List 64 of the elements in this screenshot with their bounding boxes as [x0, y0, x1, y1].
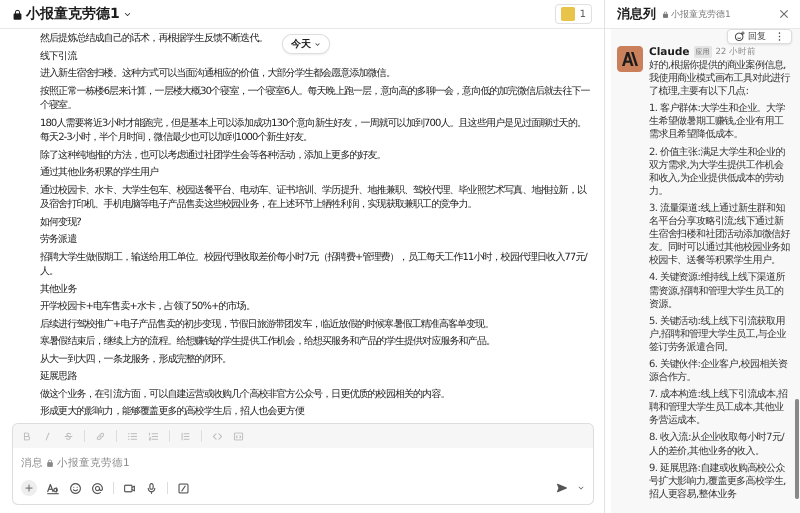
message-text: 开学校园卡+电车售卖+水卡，占领了50%+的市场。 [40, 300, 255, 314]
reply-text: 9. 延展思路:自建或收购高校公众号扩大影响力,覆盖更多高校学生,招人更容易,整体业务 [649, 462, 787, 501]
lock-icon [46, 459, 54, 467]
message-text: 寒暑假结束后，继续上方的流程。给想赚钱的学生提供工作机会，给想买服务和产品的学生提供对应服务和产品。 [40, 335, 496, 349]
plus-icon[interactable] [21, 480, 37, 496]
thread-title: 消息列 [617, 6, 656, 23]
reply-text: 7. 成本构造:线上线下引流成本,招聘和管理大学生员工成本,其他业务营运成本。 [649, 388, 788, 428]
reply-text: 6. 关键伙伴:企业客户,校园相关资源合作方。 [649, 358, 788, 384]
message-text: 形成更大的影响力，能够覆盖更多的高校学生后，招人也会更方便 [40, 405, 304, 419]
reply-text: 3. 流量渠道:线上通过新生群和知名平台分享攻略引流;线下通过新生宿舍扫楼和社团活动添加微信好友。同时可以通过其他校园业务如校园卡、送餐等积累学生用户。 [649, 202, 792, 268]
bot-avatar-icon [617, 46, 643, 72]
add-reaction-icon [734, 31, 745, 42]
lock-icon [662, 10, 669, 18]
chevron-down-icon [314, 40, 321, 48]
code-block-icon [233, 430, 244, 442]
message-text: 除了这种纯地推的方法，也可以考虑通过社团学生会等各种活动，添加上更多的好友。 [40, 148, 386, 162]
message-time: 22 小时前 [716, 46, 756, 58]
quote-icon [180, 430, 191, 442]
reply-text: 2. 价值主张:满足大学生和企业的双方需求,为大学生提供工作机会和收入,为企业提供低成本的劳动力。 [649, 146, 786, 198]
smiley-icon [69, 482, 82, 494]
message-text: 如何变现? [40, 216, 81, 230]
reply-text: 1. 客户群体:大学生和企业。大学生希望做暑期工赚钱,企业有用工需求且希望降低成本。 [649, 102, 786, 142]
text-format-icon [46, 481, 60, 495]
microphone-icon [145, 482, 158, 494]
reply-text: 好的,根据你提供的商业案例信息,我使用商业模式画布工具对此进行了梳理,主要有以下几点: [649, 59, 792, 98]
mention-icon [91, 482, 104, 494]
message-text: 其他业务 [40, 282, 76, 296]
message-text: 然后提炼总结成自己的话术，再根据学生反馈不断迭代。 [40, 32, 268, 46]
numbered-list-icon [148, 430, 159, 442]
reply-button[interactable]: 回复 [734, 30, 766, 43]
message-text: 劳务派遣 [40, 233, 76, 247]
message-text: 按照正常一栋楼6层来计算，一层楼大概30个寝室，一个寝室6人。每天晚上跑一层，意向高的多聊一会，意向低的加完微信后就去往下一个寝室。 [40, 84, 591, 113]
channel-title[interactable]: 小报童克劳德1 [12, 5, 132, 23]
reply-text: 5. 关键活动:线上线下引流获取用户,招聘和管理大学生员工,与企业签订劳务派遣合同。 [649, 314, 788, 354]
message-text: 招聘大学生做假期工，输送给用工单位。校园代理收取差价每小时7元（招聘费+管理费），员工每天工作11小时，校园代理日收入77元/人。 [40, 250, 588, 279]
link-icon [95, 430, 106, 442]
send-icon [556, 482, 568, 494]
message-text: 180人需要将近3小时才能跑完，但是基本上可以添加成功130个意向新生好友，一周就可以加到700人。且这些用户是见过面聊过天的。每天2-3小时，半个月时间，微信最少也可以加到1000个新生好友。 [40, 116, 588, 145]
bold-icon [21, 430, 32, 442]
reply-text: 4. 关键资源:维持线上线下渠道所需资源,招聘和管理大学生员工的资源。 [649, 271, 786, 311]
avatar-icon [560, 7, 575, 21]
message-text: 通过校园卡、水卡、大学生包车、校园送餐平台、电动车、证书培训、学历提升、地推兼职、驾校代理、毕业照艺术写真、地推拉新，以及宿舍打印机、手机电脑等电子产品售卖这些校园业务，在上述环节上牺牲利润，实现获取兼职工的竞争力。 [40, 184, 588, 212]
reply-text: 8. 收入流:从企业收取每小时7元/人的差价,其他业务的收入。 [649, 431, 786, 458]
strikethrough-icon [63, 430, 74, 442]
thread-channel-name: 小报童克劳德1 [671, 8, 731, 20]
message-text: 从大一到大四，一条龙服务，形成完整的闭环。 [40, 352, 232, 366]
close-icon [778, 8, 790, 20]
slash-command-icon [177, 482, 190, 494]
message-input[interactable]: 消息 小报童克劳德1 [13, 448, 593, 480]
date-divider-button[interactable]: 今天 [282, 34, 330, 54]
bulleted-list-icon [127, 430, 138, 442]
message-text: 线下引流 [40, 50, 76, 64]
chevron-down-icon [577, 484, 585, 492]
member-count-button[interactable]: 1 [554, 4, 592, 24]
message-text: 后续进行驾校推广+电子产品售卖的初步变现，节假日旅游带团发车，临近放假的时候寒暑假工精准高客单变现。 [40, 318, 494, 332]
author-name[interactable]: Claude [649, 46, 690, 58]
close-button[interactable] [778, 8, 790, 20]
code-icon [212, 430, 223, 442]
message-text: 进入新生宿舍扫楼。这种方式可以当面沟通相应的价值，大部分学生都会愿意添加微信。 [40, 67, 395, 81]
message-text: 通过其他业务积累的学生用户 [40, 166, 158, 180]
video-icon [123, 482, 136, 494]
message-text: 延展思路 [40, 370, 76, 384]
scrollbar[interactable] [795, 399, 799, 499]
message-text: 做这个业务，在引流方面，可以自建运营或收购几个高校非官方公众号，日更优质的校园相关的内容。 [40, 388, 450, 402]
